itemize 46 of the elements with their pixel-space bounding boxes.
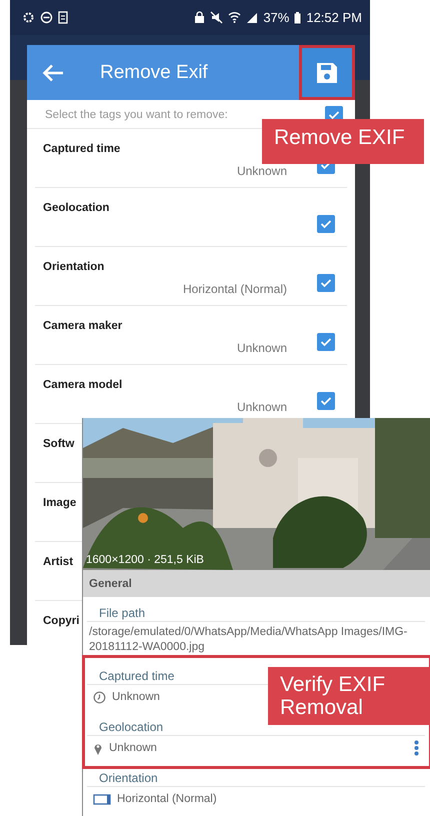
field-value: Horizontal (Normal): [117, 793, 217, 805]
tag-checkbox[interactable]: [317, 274, 335, 292]
field-value: /storage/emulated/0/WhatsApp/Media/WhatsApp Images/IMG-20181112-WA0000.jpg: [89, 625, 408, 655]
back-arrow-icon[interactable]: [42, 64, 64, 82]
field-value: Unknown: [109, 742, 157, 754]
dialog-title: Remove Exif: [100, 62, 208, 84]
clock-icon: [93, 690, 106, 704]
tag-name: Camera model: [43, 379, 122, 391]
landscape-frame-icon: [93, 794, 111, 804]
photo-caption: 1600×1200 · 251,5 KiB: [86, 554, 204, 566]
save-button[interactable]: [299, 45, 355, 100]
battery-percent: 37%: [263, 10, 290, 25]
mute-icon: [210, 11, 224, 24]
section-title: General: [89, 578, 132, 590]
tag-value: Unknown: [236, 400, 287, 414]
tag-checkbox[interactable]: [317, 215, 335, 233]
tag-name: Orientation: [43, 261, 104, 273]
do-not-disturb-icon: [40, 11, 53, 24]
tag-name: Captured time: [43, 143, 120, 155]
lock-icon: [194, 11, 206, 24]
callout-tooltip: Verify EXIF Removal: [268, 667, 430, 725]
tag-name: Camera maker: [43, 320, 122, 332]
battery-icon: [294, 12, 302, 24]
tag-value: Horizontal (Normal): [182, 282, 287, 296]
tag-value: Unknown: [236, 164, 287, 178]
instruction-text: Select the tags you want to remove:: [45, 109, 228, 121]
tag-name: Geolocation: [43, 202, 110, 214]
clock: 12:52 PM: [306, 10, 362, 25]
tag-name: Artist: [43, 556, 74, 568]
tag-name: Softw: [43, 438, 74, 450]
signal-icon: [246, 12, 258, 24]
tag-name: Image: [43, 497, 76, 509]
tag-checkbox[interactable]: [317, 333, 335, 351]
location-pin-icon: [93, 742, 103, 754]
tag-name: Copyri: [43, 615, 80, 627]
field-label: Orientation: [98, 770, 159, 786]
more-options-icon[interactable]: [414, 740, 419, 756]
callout-tooltip: Remove EXIF: [262, 119, 424, 164]
field-label: Geolocation: [98, 719, 164, 735]
wifi-icon: [228, 11, 242, 24]
field-value: Unknown: [112, 691, 160, 703]
field-label: Captured time: [98, 668, 176, 684]
field-label: File path: [98, 605, 146, 621]
tag-checkbox[interactable]: [317, 392, 335, 410]
tag-value: Unknown: [236, 341, 287, 355]
document-icon: [58, 11, 69, 24]
